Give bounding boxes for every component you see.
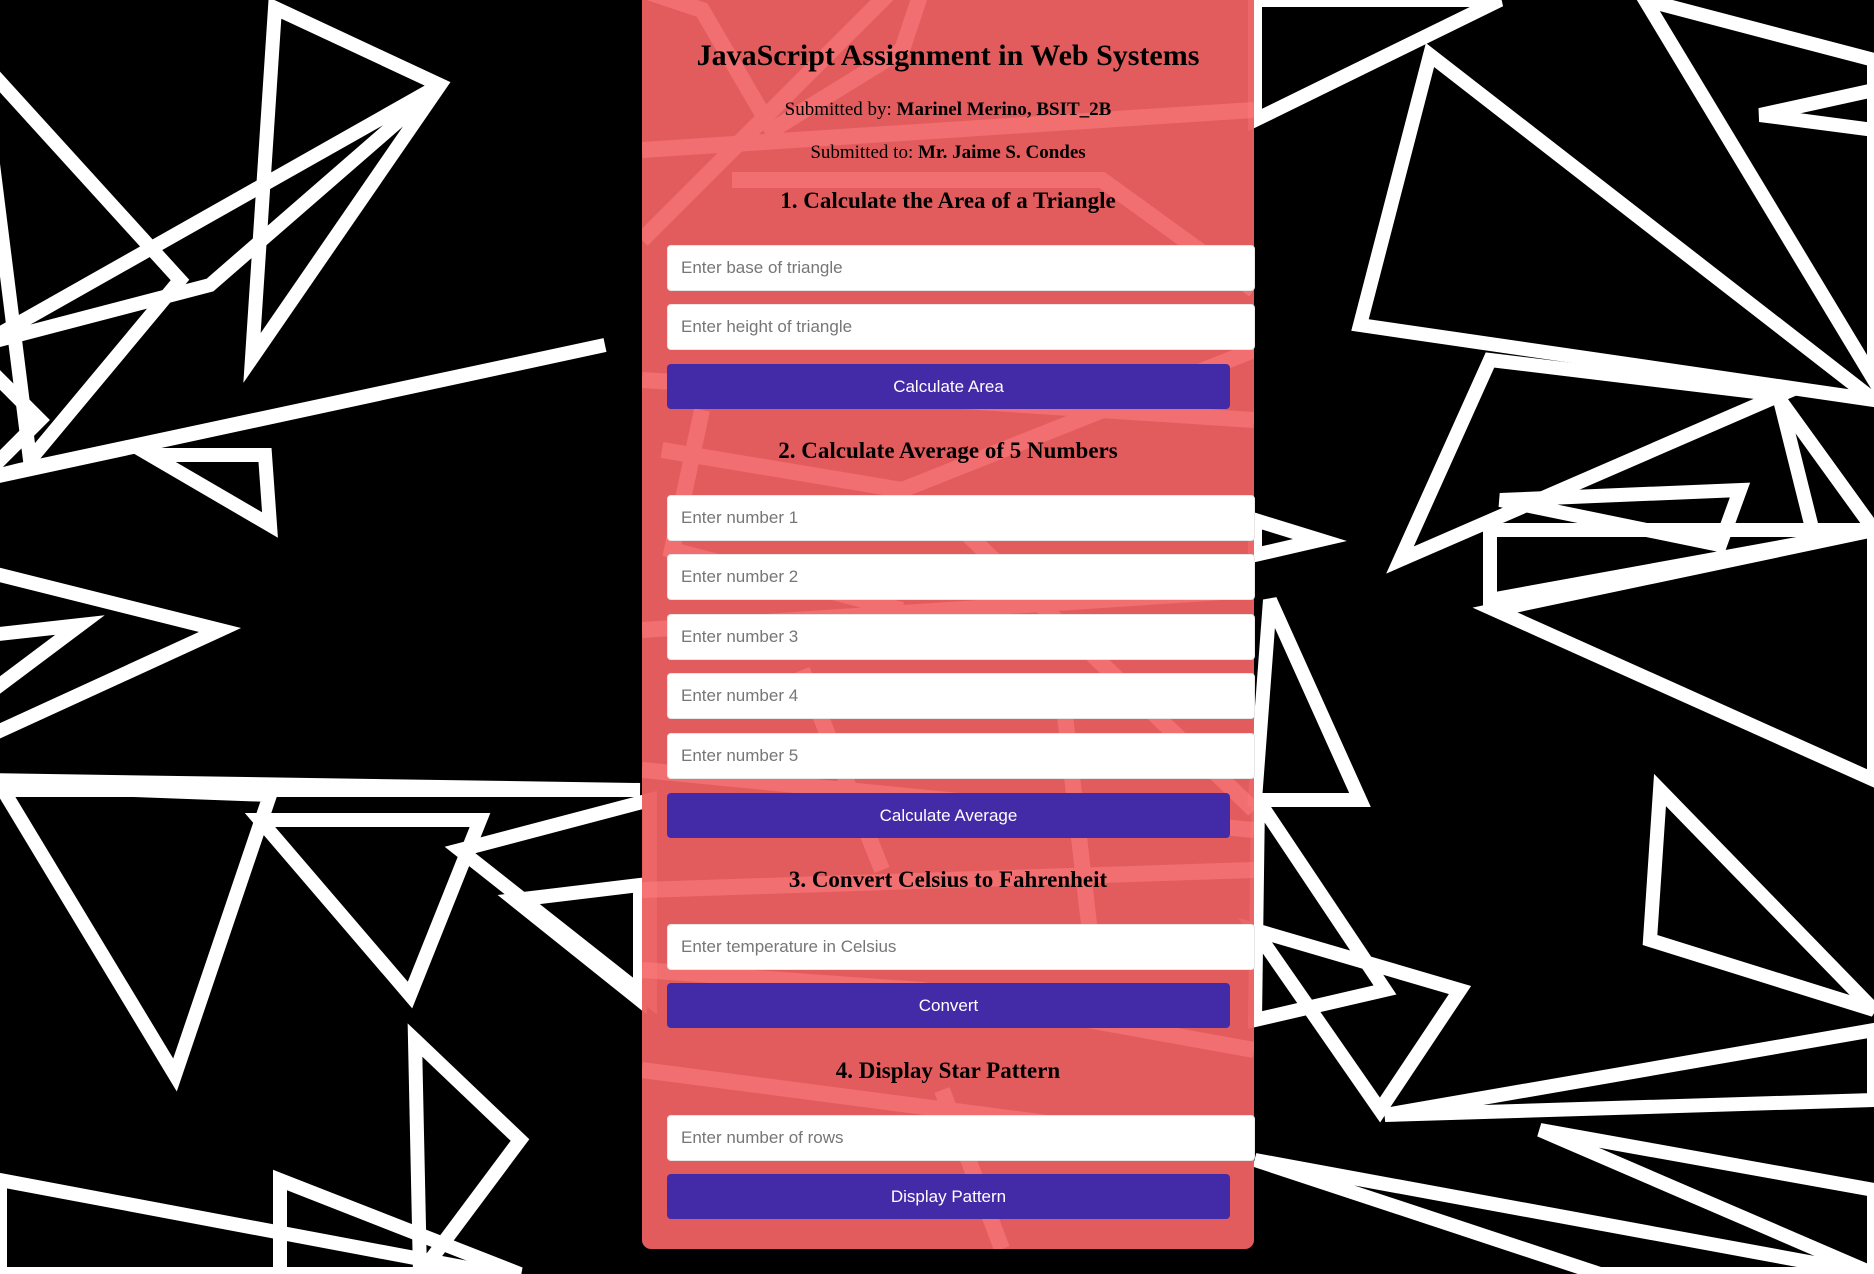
submitted-by-name: Marinel Merino, BSIT_2B	[896, 99, 1112, 120]
calculate-average-button[interactable]: Calculate Average	[667, 793, 1230, 838]
celsius-input[interactable]	[667, 924, 1255, 970]
submitted-by-label: Submitted by:	[784, 99, 892, 120]
triangle-height-input[interactable]	[667, 304, 1255, 350]
display-pattern-button[interactable]: Display Pattern	[667, 1174, 1230, 1219]
convert-button[interactable]: Convert	[667, 983, 1230, 1028]
average-number-3-input[interactable]	[667, 614, 1255, 660]
celsius-heading: 3. Convert Celsius to Fahrenheit	[788, 867, 1108, 892]
average-number-2-input[interactable]	[667, 554, 1255, 600]
calculate-area-button[interactable]: Calculate Area	[667, 364, 1230, 409]
average-heading: 2. Calculate Average of 5 Numbers	[778, 438, 1118, 463]
star-pattern-heading: 4. Display Star Pattern	[835, 1058, 1061, 1083]
submitted-by: Submitted by: Marinel Merino, BSIT_2B	[642, 99, 1254, 121]
submitted-to-name: Mr. Jaime S. Condes	[918, 142, 1086, 163]
submitted-to: Submitted to: Mr. Jaime S. Condes	[642, 142, 1254, 164]
average-number-5-input[interactable]	[667, 733, 1255, 779]
page-title: JavaScript Assignment in Web Systems	[696, 39, 1200, 72]
triangle-heading: 1. Calculate the Area of a Triangle	[780, 188, 1116, 213]
star-rows-input[interactable]	[667, 1115, 1255, 1161]
triangle-base-input[interactable]	[667, 245, 1255, 291]
submitted-to-label: Submitted to:	[810, 142, 914, 163]
average-number-4-input[interactable]	[667, 673, 1255, 719]
assignment-panel: JavaScript Assignment in Web Systems Sub…	[642, 0, 1255, 1249]
average-number-1-input[interactable]	[667, 495, 1255, 541]
